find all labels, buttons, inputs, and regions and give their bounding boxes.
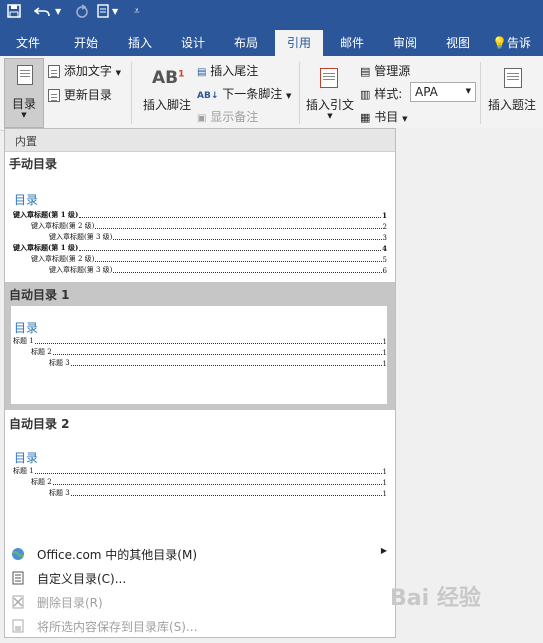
document-icon[interactable] <box>97 4 109 22</box>
built-in-section-header: 内置 <box>5 129 395 152</box>
title-bar: ▼ ▼ ⩡ <box>0 0 543 30</box>
document-dropdown-icon[interactable]: ▼ <box>112 7 118 16</box>
insert-citation-button[interactable]: 插入引文 ▼ <box>304 62 356 124</box>
caption-icon <box>504 68 522 88</box>
toc-entry: 键入章标题(第 3 级) 3 <box>49 233 387 242</box>
next-footnote-icon: AB↓ <box>197 91 219 101</box>
ribbon: 目录 ▼ 添加文字 ▼ 更新目录 AB1 插入脚注 ▤ 插入尾注 AB↓ 下一条… <box>0 56 543 131</box>
manual-toc-option[interactable]: 手动目录 目录 键入章标题(第 1 级) 1 键入章标题(第 2 级) 2 键入章标… <box>5 152 395 282</box>
chevron-down-icon: ▼ <box>286 92 292 100</box>
toc-button[interactable]: 目录 ▼ <box>4 58 44 128</box>
redo-icon[interactable] <box>75 4 89 22</box>
tab-home[interactable]: 开始 <box>62 30 110 56</box>
tab-mailings[interactable]: 邮件 <box>328 30 376 56</box>
watermark-logo: Bai 经验 <box>390 586 481 611</box>
remove-toc-icon <box>11 595 25 609</box>
show-notes-icon: ▣ <box>197 113 207 124</box>
style-icon: ▥ <box>360 88 371 101</box>
chevron-down-icon: ▼ <box>327 112 333 120</box>
undo-dropdown-icon[interactable]: ▼ <box>55 7 61 16</box>
insert-footnote-button[interactable]: AB1 插入脚注 <box>138 62 196 124</box>
tab-view[interactable]: 视图 <box>434 30 482 56</box>
style-select[interactable]: APA ▼ <box>410 82 476 102</box>
toc-entry: 标题 31 <box>49 489 387 498</box>
customize-qat-icon[interactable]: ⩡ <box>134 6 140 17</box>
show-notes-button[interactable]: ▣ 显示备注 <box>197 108 258 125</box>
bibliography-icon: ▦ <box>360 111 371 124</box>
footnote-ab-icon: AB1 <box>152 68 185 88</box>
toc-entry: 标题 31 <box>49 359 387 368</box>
update-toc-button[interactable]: 更新目录 <box>48 86 112 103</box>
manage-sources-icon: ▤ <box>360 65 371 78</box>
ribbon-separator <box>480 62 481 124</box>
chevron-down-icon: ▼ <box>115 69 122 77</box>
chevron-down-icon: ▼ <box>465 87 471 95</box>
remove-toc-item[interactable]: 删除目录(R) <box>5 590 395 614</box>
auto-toc-2-option[interactable]: 自动目录 2 目录 标题 11 标题 21 标题 31 <box>5 410 395 540</box>
custom-toc-item[interactable]: 自定义目录(C)... <box>5 566 395 590</box>
toc-entry: 标题 11 <box>13 337 387 346</box>
add-text-button[interactable]: 添加文字 ▼ <box>48 62 121 79</box>
insert-endnote-button[interactable]: ▤ 插入尾注 <box>197 62 258 79</box>
tab-layout[interactable]: 布局 <box>222 30 270 56</box>
undo-icon[interactable] <box>33 4 52 22</box>
save-to-gallery-item[interactable]: 将所选内容保存到目录库(S)... <box>5 614 395 638</box>
ribbon-tab-bar: 文件 开始 插入 设计 布局 引用 邮件 审阅 视图 💡告诉 <box>0 30 543 56</box>
toc-entry: 键入章标题(第 2 级) 2 <box>31 222 387 231</box>
more-tocs-office-item[interactable]: Office.com 中的其他目录(M) ▶ <box>5 542 395 566</box>
toc-entry: 标题 21 <box>31 478 387 487</box>
tell-me-box[interactable]: 💡告诉 <box>492 30 543 56</box>
insert-caption-button[interactable]: 插入题注 <box>484 62 540 124</box>
toc-dropdown-panel: 内置 手动目录 目录 键入章标题(第 1 级) 1 键入章标题(第 2 级) 2 键… <box>4 128 396 638</box>
next-footnote-button[interactable]: AB↓ 下一条脚注 ▼ <box>197 85 291 102</box>
style-label: ▥ 样式: <box>360 87 403 101</box>
manage-sources-button[interactable]: ▤ 管理源 <box>360 62 410 79</box>
submenu-arrow-icon: ▶ <box>380 546 387 555</box>
tab-references[interactable]: 引用 <box>275 30 323 56</box>
citation-icon <box>320 68 338 88</box>
toc-entry: 键入章标题(第 1 级) 4 <box>13 243 387 253</box>
toc-entry: 标题 11 <box>13 467 387 476</box>
office-globe-icon <box>11 547 25 561</box>
toc-entry: 键入章标题(第 3 级) 6 <box>49 266 387 275</box>
save-icon[interactable] <box>7 4 21 22</box>
tab-file[interactable]: 文件 <box>4 30 52 56</box>
chevron-down-icon: ▼ <box>21 111 27 119</box>
update-toc-icon <box>48 89 60 102</box>
tab-design[interactable]: 设计 <box>169 30 217 56</box>
toc-entry: 键入章标题(第 1 级) 1 <box>13 210 387 220</box>
auto-toc-1-option[interactable]: 自动目录 1 目录 标题 11 标题 21 标题 31 <box>5 282 395 410</box>
save-gallery-icon <box>11 619 25 633</box>
add-text-icon <box>48 65 60 78</box>
lightbulb-icon: 💡 <box>492 36 507 50</box>
bibliography-button[interactable]: ▦ 书目 ▼ <box>360 108 407 125</box>
ribbon-separator <box>299 62 300 124</box>
custom-toc-icon <box>11 571 25 585</box>
tab-insert[interactable]: 插入 <box>116 30 164 56</box>
ribbon-separator <box>131 62 132 124</box>
chevron-down-icon: ▼ <box>402 115 408 123</box>
document-area <box>396 128 543 643</box>
toc-entry: 标题 21 <box>31 348 387 357</box>
auto-toc-1-preview: 目录 标题 11 标题 21 标题 31 <box>11 306 387 404</box>
tab-review[interactable]: 审阅 <box>381 30 429 56</box>
toc-icon <box>17 65 33 85</box>
toc-entry: 键入章标题(第 2 级) 5 <box>31 255 387 264</box>
endnote-icon: ▤ <box>197 67 207 78</box>
